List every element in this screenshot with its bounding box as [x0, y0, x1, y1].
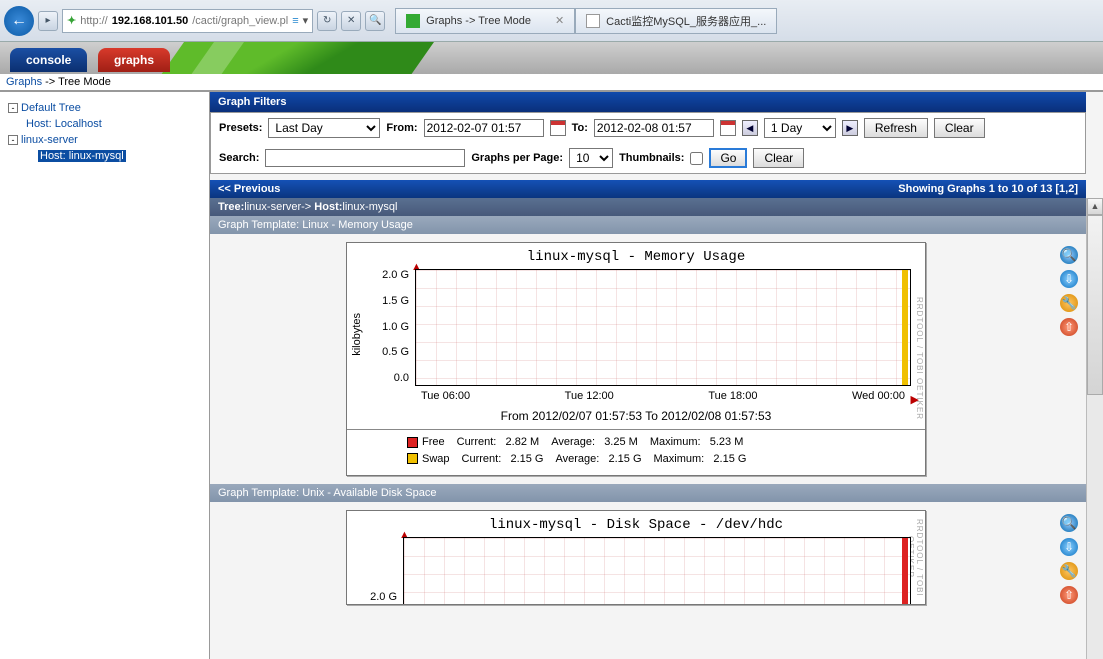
breadcrumb: Graphs -> Tree Mode	[0, 74, 1103, 92]
url-host: 192.168.101.50	[112, 15, 188, 27]
gpp-select[interactable]: 10	[569, 148, 613, 168]
zoom-icon[interactable]: 🔍	[1060, 246, 1078, 264]
to-label: To:	[572, 122, 588, 134]
x-arrow-icon: ▶	[911, 393, 919, 406]
plot-area: ▲ 2.0 G 1.5 G 1.0 G 0.5 G 0.0	[369, 267, 917, 402]
from-label: From:	[386, 122, 417, 134]
template-bar-mem: Graph Template: Linux - Memory Usage	[210, 216, 1086, 234]
browser-tab-active[interactable]: Graphs -> Tree Mode ✕	[395, 8, 575, 34]
graph-caption: From 2012/02/07 01:57:53 To 2012/02/08 0…	[347, 406, 925, 429]
tree-node-default[interactable]: -Default Tree	[4, 100, 205, 116]
wrench-icon[interactable]: 🔧	[1060, 294, 1078, 312]
breadcrumb-sep: -> Tree Mode	[45, 76, 111, 88]
search-input[interactable]	[265, 149, 465, 167]
series-bar	[902, 538, 908, 604]
tab-console[interactable]: console	[10, 48, 87, 72]
legend-swatch-swap	[407, 453, 418, 464]
graph-row-mem: RRDTOOL / TOBI OETIKER linux-mysql - Mem…	[210, 234, 1086, 484]
graph-title: linux-mysql - Disk Space - /dev/hdc	[347, 511, 925, 535]
graph-filters: Presets: Last Day From: To: ◀ 1 Day ▶ Re…	[210, 112, 1086, 174]
search-button[interactable]: 🔍	[365, 11, 385, 31]
graph-row-disk: RRDTOOL / TOBI OETIKER linux-mysql - Dis…	[210, 502, 1086, 613]
stop-button[interactable]: ✕	[341, 11, 361, 31]
shift-right-button[interactable]: ▶	[842, 120, 858, 136]
shift-left-button[interactable]: ◀	[742, 120, 758, 136]
collapse-icon[interactable]: -	[8, 135, 18, 145]
csv-export-icon[interactable]: ⇩	[1060, 538, 1078, 556]
graph-mem[interactable]: RRDTOOL / TOBI OETIKER linux-mysql - Mem…	[346, 242, 926, 476]
zoom-icon[interactable]: 🔍	[1060, 514, 1078, 532]
back-button[interactable]: ←	[4, 6, 34, 36]
plot-area: ▲ 2.0 G	[357, 535, 917, 605]
graph-title: linux-mysql - Memory Usage	[347, 243, 925, 267]
vertical-scrollbar[interactable]: ▲	[1086, 198, 1103, 659]
cacti-logo-swoosh	[149, 42, 441, 74]
graph-disk[interactable]: RRDTOOL / TOBI OETIKER linux-mysql - Dis…	[346, 510, 926, 605]
refresh-button[interactable]: Refresh	[864, 118, 928, 138]
cacti-favicon: ✦	[67, 14, 76, 27]
graph-nav-bar: << Previous Showing Graphs 1 to 10 of 13…	[210, 180, 1086, 198]
to-input[interactable]	[594, 119, 714, 137]
scroll-thumb[interactable]	[1087, 215, 1103, 395]
gpp-label: Graphs per Page:	[471, 152, 563, 164]
tux-favicon	[586, 14, 600, 28]
close-icon[interactable]: ✕	[555, 14, 564, 27]
address-bar[interactable]: ✦ http:// 192.168.101.50/cacti/graph_view…	[62, 9, 313, 33]
page-top-icon[interactable]: ⇧	[1060, 318, 1078, 336]
thumbnails-checkbox[interactable]	[690, 152, 703, 165]
swap-series-bar	[902, 270, 908, 385]
thumbnails-label: Thumbnails:	[619, 152, 684, 164]
browser-tab-label: Graphs -> Tree Mode	[426, 15, 531, 27]
rss-icon[interactable]: ≡	[292, 15, 298, 27]
shift-select[interactable]: 1 Day	[764, 118, 836, 138]
clear2-button[interactable]: Clear	[753, 148, 804, 168]
csv-export-icon[interactable]: ⇩	[1060, 270, 1078, 288]
showing-text: Showing Graphs 1 to 10 of 13 [1,2]	[898, 183, 1078, 195]
tab-graphs[interactable]: graphs	[98, 48, 170, 72]
from-input[interactable]	[424, 119, 544, 137]
previous-link[interactable]: << Previous	[218, 183, 280, 195]
context-bar: Tree:linux-server-> Host:linux-mysql	[210, 198, 1086, 216]
collapse-icon[interactable]: -	[8, 103, 18, 113]
url-prefix: http://	[80, 15, 108, 27]
wrench-icon[interactable]: 🔧	[1060, 562, 1078, 580]
graph-action-icons: 🔍 ⇩ 🔧 ⇧	[1060, 510, 1078, 604]
y-ticks: 2.0 G	[357, 535, 401, 605]
main-layout: -Default Tree Host: Localhost -linux-ser…	[0, 92, 1103, 659]
breadcrumb-root[interactable]: Graphs	[6, 76, 42, 88]
tree-node-linux-mysql[interactable]: Host: linux-mysql	[4, 148, 205, 164]
y-axis-label: kilobytes	[349, 313, 365, 356]
cacti-top-tabs: console graphs	[0, 42, 1103, 74]
calendar-icon[interactable]	[550, 120, 566, 136]
sidebar-tree: -Default Tree Host: Localhost -linux-ser…	[0, 92, 210, 659]
template-bar-disk: Graph Template: Unix - Available Disk Sp…	[210, 484, 1086, 502]
graph-action-icons: 🔍 ⇩ 🔧 ⇧	[1060, 242, 1078, 336]
presets-select[interactable]: Last Day	[268, 118, 380, 138]
search-label: Search:	[219, 152, 259, 164]
scroll-up-button[interactable]: ▲	[1087, 198, 1103, 215]
tree-node-localhost[interactable]: Host: Localhost	[4, 116, 205, 132]
x-ticks: Tue 06:00 Tue 12:00 Tue 18:00 Wed 00:00	[415, 390, 911, 402]
browser-tabs: Graphs -> Tree Mode ✕ Cacti监控MySQL_服务器应用…	[395, 8, 777, 34]
y-ticks: 2.0 G 1.5 G 1.0 G 0.5 G 0.0	[369, 267, 413, 386]
legend-swatch-free	[407, 437, 418, 448]
browser-tab-label: Cacti监控MySQL_服务器应用_...	[606, 13, 766, 29]
browser-tab[interactable]: Cacti监控MySQL_服务器应用_...	[575, 8, 777, 34]
url-path: /cacti/graph_view.pl	[192, 15, 288, 27]
tree-node-linux-server[interactable]: -linux-server	[4, 132, 205, 148]
reload-button[interactable]: ↻	[317, 11, 337, 31]
graph-filters-title: Graph Filters	[210, 92, 1086, 112]
dropdown-icon[interactable]: ▾	[303, 14, 309, 27]
calendar-icon[interactable]	[720, 120, 736, 136]
page-top-icon[interactable]: ⇧	[1060, 586, 1078, 604]
browser-chrome: ← ▸ ✦ http:// 192.168.101.50/cacti/graph_…	[0, 0, 1103, 42]
main-content: Graph Filters Presets: Last Day From: To…	[210, 92, 1103, 659]
cacti-favicon	[406, 14, 420, 28]
presets-label: Presets:	[219, 122, 262, 134]
go-button[interactable]: Go	[709, 148, 747, 168]
clear-button[interactable]: Clear	[934, 118, 985, 138]
forward-button[interactable]: ▸	[38, 11, 58, 31]
graph-legend: Free Current: 2.82 M Average: 3.25 M Max…	[347, 429, 925, 475]
